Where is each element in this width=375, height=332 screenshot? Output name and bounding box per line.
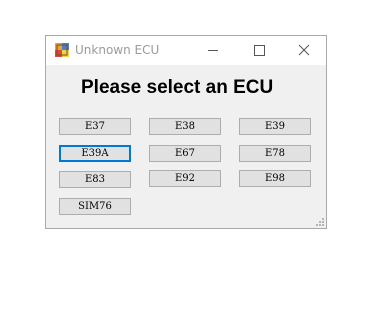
close-button[interactable] [282,36,328,65]
ecu-button-sim76[interactable]: SIM76 [59,198,131,215]
ecu-button-e38[interactable]: E38 [149,118,221,135]
close-icon [298,44,310,56]
maximize-button[interactable] [236,36,282,65]
ecu-select-window: Unknown ECU Please select an ECU E37 E38… [45,35,327,229]
ecu-button-e67[interactable]: E67 [149,145,221,162]
ecu-button-e37[interactable]: E37 [59,118,131,135]
page-heading: Please select an ECU [81,77,274,98]
resize-grip-icon[interactable] [316,218,324,226]
maximize-icon [254,45,265,56]
ecu-button-e39[interactable]: E39 [239,118,311,135]
title-bar[interactable]: Unknown ECU [46,36,326,65]
window-title: Unknown ECU [75,43,160,57]
ecu-button-e83[interactable]: E83 [59,171,131,188]
minimize-button[interactable] [190,36,236,65]
ecu-button-e78[interactable]: E78 [239,145,311,162]
ecu-button-e92[interactable]: E92 [149,170,221,187]
app-icon [55,43,69,57]
ecu-button-e98[interactable]: E98 [239,170,311,187]
minimize-icon [208,50,218,51]
ecu-button-e39a[interactable]: E39A [59,145,131,162]
